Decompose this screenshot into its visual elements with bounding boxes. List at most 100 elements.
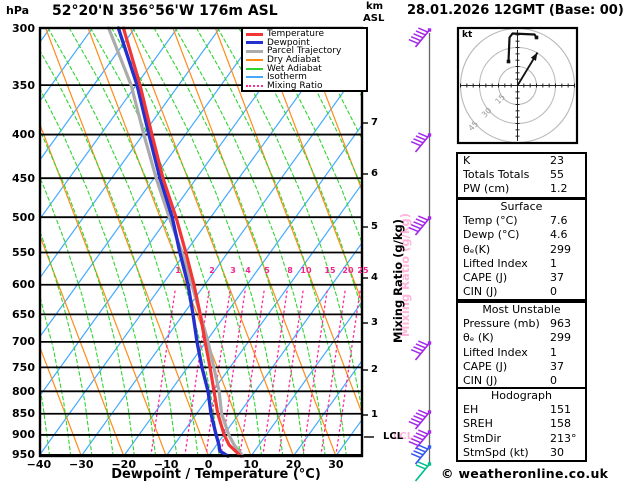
pressure-tick-label: 900: [12, 428, 35, 442]
wind-barb-feather: [413, 435, 424, 441]
pressure-tick-label: 650: [12, 307, 35, 321]
stat-label: StmDir: [463, 431, 502, 445]
wind-barb-feather: [408, 440, 419, 447]
stats-table-header: Surface: [500, 200, 543, 213]
stat-label: Pressure (mb): [463, 317, 540, 331]
stats-table-most-unstable: Most Unstable Pressure (mb) 963 θₑ (K) 299 Li…: [456, 301, 587, 391]
stat-value: 23: [550, 154, 564, 167]
pressure-tick-label: 850: [12, 407, 35, 421]
legend-box: Temperature Dewpoint Parcel Trajectory Dry …: [241, 27, 368, 93]
temperature-tick-label: −30: [69, 458, 94, 471]
wind-barb-feather: [413, 415, 424, 421]
wind-barb-feather: [415, 412, 426, 418]
legend-item: Mixing Ratio: [245, 81, 366, 91]
wind-barb-feather: [410, 418, 421, 424]
wind-barb-feather: [413, 346, 424, 352]
km-tick-label: 3: [371, 317, 378, 328]
legend-swatch-mixing-ratio: [246, 84, 263, 87]
stat-value: 299: [550, 242, 571, 256]
legend-swatch-parcel-trajectory: [246, 49, 263, 53]
hodograph-inner: 153045: [459, 29, 576, 142]
wind-barb-feather: [418, 429, 429, 435]
wind-barb: [410, 340, 432, 361]
stat-label: CAPE (J): [463, 271, 508, 285]
mixing-ratio-label: 1: [175, 266, 181, 275]
wind-barb-feather: [415, 30, 426, 36]
stat-value: 213°: [550, 431, 577, 445]
legend-swatch-dewpoint: [246, 41, 263, 45]
stats-table: K 23 Totals Totals 55 PW (cm) 1.2: [456, 152, 587, 199]
stats-table-header: Hodograph: [491, 389, 552, 402]
stats-table-hodograph: Hodograph EH 151 SREH 158 StmDir 213° StmSpd (k…: [456, 387, 587, 463]
stat-label: Totals Totals: [463, 168, 530, 182]
wind-barb-feather: [415, 447, 426, 453]
wind-barb-feather: [408, 38, 419, 45]
stat-label: Lifted Index: [463, 256, 528, 270]
stat-value: 55: [550, 168, 564, 182]
pressure-axis-unit: hPa: [6, 4, 30, 17]
mixing-ratio-axis-title: Mixing Ratio (g/kg): [391, 219, 405, 343]
pressure-tick-label: 350: [12, 78, 35, 92]
dry-adiabat-line: [597, 28, 629, 456]
hodograph: 153045: [456, 26, 579, 145]
stat-row: CIN (J) 0: [458, 285, 585, 299]
stat-row: Lifted Index 1: [458, 257, 585, 271]
km-tick-label: 2: [371, 364, 378, 375]
wind-barb: [408, 409, 432, 430]
pressure-tick-label: 400: [12, 128, 35, 142]
stat-label: K: [463, 154, 471, 167]
pressure-tick-label: 500: [12, 210, 35, 224]
stat-value: 1: [550, 345, 557, 359]
wind-barb-feather: [418, 409, 429, 415]
hodograph-ring-label: 45: [467, 119, 481, 133]
sounding-page: 15 30 45 hPa 52°20'N 356°56'W 176m ASL km …: [0, 0, 629, 486]
stat-row: θₑ (K) 299: [458, 331, 585, 345]
stat-row: Pressure (mb) 963: [458, 317, 585, 331]
pressure-tick-label: 700: [12, 335, 35, 349]
station-title: 52°20'N 356°56'W 176m ASL: [52, 3, 278, 19]
stat-label: SREH: [463, 417, 493, 431]
mixing-ratio-label: 20: [342, 266, 354, 275]
pressure-tick-label: 800: [12, 384, 35, 398]
legend-swatch-wet-adiabat: [246, 67, 263, 70]
wind-barb-feather: [418, 27, 429, 33]
stat-row: CAPE (J) 37: [458, 360, 585, 374]
storm-motion-arrowhead: [530, 52, 538, 61]
stat-row: PW (cm) 1.2: [458, 182, 585, 196]
mixing-ratio-label: 10: [300, 266, 312, 275]
km-axis-unit: km: [366, 1, 384, 12]
wind-barb-feather: [415, 135, 426, 141]
km-tick-label: 5: [371, 221, 378, 232]
stat-row: Temp (°C) 7.6: [458, 214, 585, 228]
stat-row: SREH 158: [458, 417, 585, 431]
datetime-title: 28.01.2026 12GMT (Base: 00): [407, 3, 624, 18]
stat-value: 0: [550, 285, 557, 299]
stat-row: StmDir 213°: [458, 432, 585, 446]
wind-barb-feather: [413, 221, 424, 227]
stat-value: 30: [550, 445, 564, 459]
wind-barb-feather: [410, 36, 421, 42]
stat-value: 299: [550, 331, 571, 345]
stat-value: 1.2: [550, 182, 568, 196]
wind-barb: [410, 132, 432, 153]
stat-row: CAPE (J) 37: [458, 271, 585, 285]
stat-label: EH: [463, 403, 479, 417]
wind-barb-feather: [418, 132, 429, 138]
wind-barb: [408, 27, 432, 48]
stat-row: Totals Totals 55: [458, 168, 585, 182]
stats-table-header: Most Unstable: [482, 303, 561, 316]
mixing-ratio-label: 8: [287, 266, 293, 275]
pressure-tick-label: 550: [12, 246, 35, 259]
mixing-ratio-label: 5: [264, 266, 270, 275]
mixing-ratio-label: 2: [209, 266, 215, 275]
wind-barb-feather: [415, 343, 426, 349]
stat-value: 37: [550, 271, 564, 285]
hodograph-trace-dot: [506, 59, 511, 64]
wind-barb-feather: [415, 432, 426, 438]
stat-value: 1: [550, 256, 557, 270]
stat-value: 4.6: [550, 228, 568, 242]
x-axis-title: Dewpoint / Temperature (°C): [111, 467, 321, 482]
wind-barb-feather: [410, 224, 421, 230]
stat-label: CAPE (J): [463, 359, 508, 373]
stat-row: Lifted Index 1: [458, 346, 585, 360]
